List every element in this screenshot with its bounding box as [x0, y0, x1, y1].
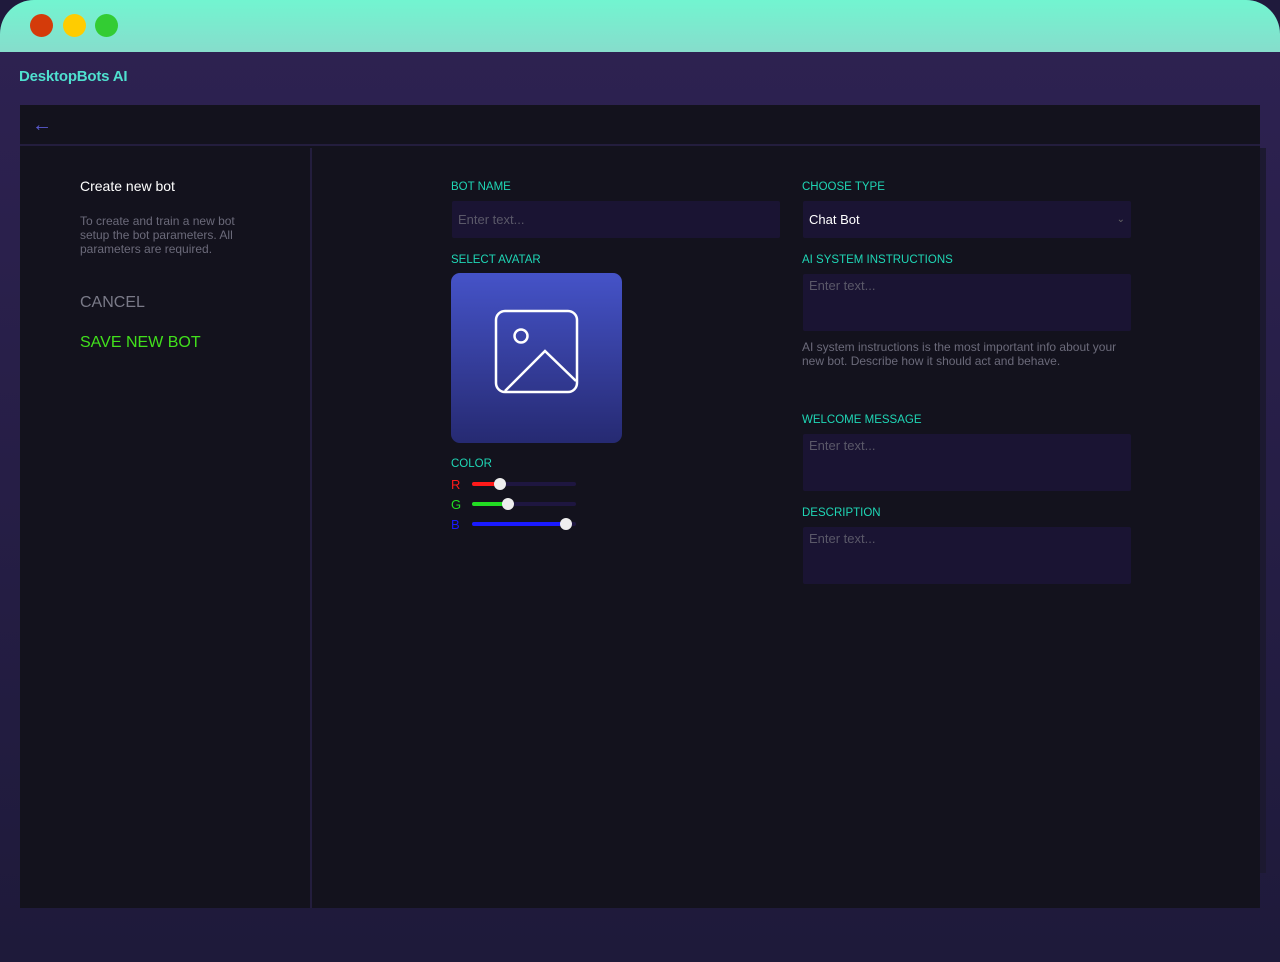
- close-window-button[interactable]: [30, 14, 53, 37]
- back-arrow-icon[interactable]: ←: [32, 115, 52, 135]
- avatar-picker[interactable]: [451, 273, 622, 443]
- color-slider-r[interactable]: [472, 478, 576, 490]
- slider-label-g: G: [451, 497, 462, 512]
- color-label: COLOR: [451, 458, 492, 470]
- chevron-down-icon: ⌄: [1116, 214, 1125, 225]
- app-window: DesktopBots AI ← Create new bot To creat…: [0, 0, 1280, 962]
- system-instructions-input[interactable]: [803, 274, 1131, 331]
- sidebar: Create new bot To create and train a new…: [20, 148, 312, 908]
- bot-type-value: Chat Bot: [809, 212, 860, 227]
- description-input[interactable]: [803, 527, 1131, 584]
- maximize-window-button[interactable]: [95, 14, 118, 37]
- main-panel: ← Create new bot To create and train a n…: [20, 105, 1266, 908]
- system-instructions-help: AI system instructions is the most impor…: [802, 340, 1117, 368]
- welcome-message-input[interactable]: [803, 434, 1131, 491]
- top-bar: ←: [20, 105, 1260, 146]
- color-slider-b[interactable]: [472, 518, 576, 530]
- slider-thumb[interactable]: [502, 498, 515, 510]
- bot-type-select[interactable]: Chat Bot ⌄: [803, 201, 1131, 238]
- slider-thumb[interactable]: [559, 518, 572, 530]
- slider-fill: [472, 522, 566, 526]
- choose-type-label: CHOOSE TYPE: [802, 181, 885, 193]
- system-instructions-label: AI SYSTEM INSTRUCTIONS: [802, 254, 953, 266]
- save-new-bot-button[interactable]: SAVE NEW BOT: [80, 334, 201, 352]
- color-slider-g[interactable]: [472, 498, 576, 510]
- title-bar: [0, 0, 1280, 52]
- cancel-button[interactable]: CANCEL: [80, 294, 145, 312]
- image-icon: [494, 309, 579, 394]
- minimize-window-button[interactable]: [63, 14, 86, 37]
- scrollbar[interactable]: [1260, 148, 1266, 873]
- bot-name-input[interactable]: [452, 201, 780, 238]
- bot-name-label: BOT NAME: [451, 181, 511, 193]
- slider-label-b: B: [451, 517, 460, 532]
- select-avatar-label: SELECT AVATAR: [451, 254, 541, 266]
- slider-label-r: R: [451, 477, 461, 492]
- slider-thumb[interactable]: [494, 478, 507, 490]
- welcome-message-label: WELCOME MESSAGE: [802, 414, 922, 426]
- sidebar-title: Create new bot: [80, 178, 175, 194]
- sidebar-description: To create and train a new bot setup the …: [80, 214, 235, 256]
- description-label: DESCRIPTION: [802, 507, 881, 519]
- app-title: DesktopBots AI: [19, 68, 128, 85]
